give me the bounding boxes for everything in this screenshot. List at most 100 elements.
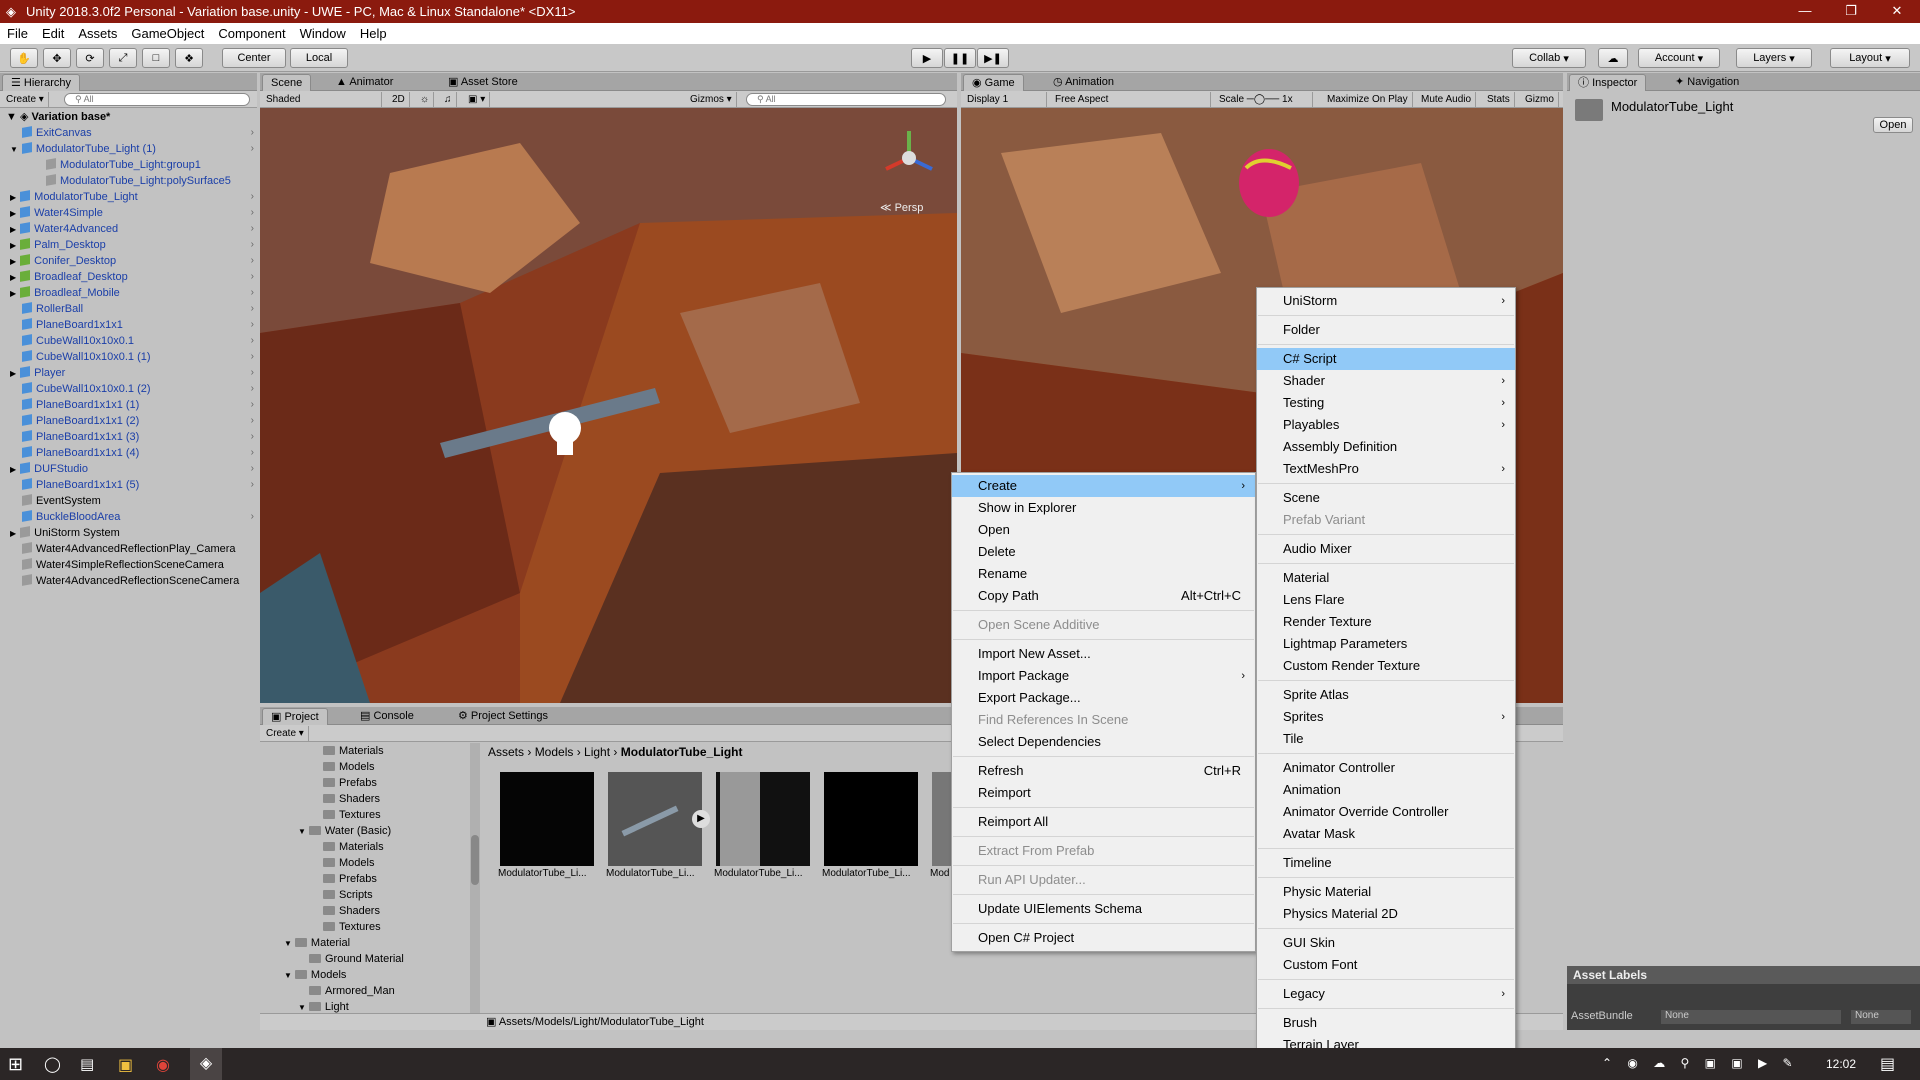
prefab-open-arrow-icon[interactable]: › <box>251 285 254 301</box>
menu-item-rename[interactable]: Rename <box>952 563 1255 585</box>
menu-item-playables[interactable]: Playables › <box>1257 414 1515 436</box>
hierarchy-create-button[interactable]: Create ▾ <box>2 92 49 107</box>
project-create-button[interactable]: Create ▾ <box>262 726 309 741</box>
pivot-center-button[interactable]: Center <box>222 48 286 68</box>
expand-arrow-icon[interactable]: ▼ <box>284 971 292 980</box>
collab-button[interactable]: Collab ▾ <box>1512 48 1586 68</box>
hierarchy-item[interactable]: PlaneBoard1x1x1 (1) › <box>0 397 257 413</box>
menu-item-custom-font[interactable]: Custom Font <box>1257 954 1515 976</box>
tab-hierarchy[interactable]: ☰ Hierarchy <box>2 74 80 91</box>
prefab-open-arrow-icon[interactable]: › <box>251 317 254 333</box>
hierarchy-item[interactable]: ▶ UniStorm System <box>0 525 257 541</box>
menu-help[interactable]: Help <box>353 26 394 41</box>
asset-thumb-5[interactable] <box>932 772 952 866</box>
project-folder-item[interactable]: ▼ Models <box>284 967 346 983</box>
menu-item-testing[interactable]: Testing › <box>1257 392 1515 414</box>
menu-window[interactable]: Window <box>293 26 353 41</box>
prefab-open-arrow-icon[interactable]: › <box>251 461 254 477</box>
prefab-open-arrow-icon[interactable]: › <box>251 509 254 525</box>
hierarchy-item[interactable]: PlaneBoard1x1x1 (2) › <box>0 413 257 429</box>
hierarchy-item[interactable]: CubeWall10x10x0.1 (2) › <box>0 381 257 397</box>
menu-item-copy-path[interactable]: Copy Path Alt+Ctrl+C <box>952 585 1255 607</box>
hierarchy-item[interactable]: PlaneBoard1x1x1 (4) › <box>0 445 257 461</box>
project-folder-item[interactable]: Armored_Man <box>298 983 395 999</box>
windows-start-icon[interactable]: ⊞ <box>8 1054 23 1075</box>
pivot-local-button[interactable]: Local <box>290 48 348 68</box>
rect-tool-icon[interactable]: □ <box>142 48 170 68</box>
menu-item-material[interactable]: Material <box>1257 567 1515 589</box>
prefab-open-arrow-icon[interactable]: › <box>251 397 254 413</box>
prefab-open-arrow-icon[interactable]: › <box>251 333 254 349</box>
hierarchy-item[interactable]: PlaneBoard1x1x1 (5) › <box>0 477 257 493</box>
project-folder-item[interactable]: Prefabs <box>312 775 377 791</box>
gizmos-dropdown[interactable]: Gizmos ▾ <box>686 92 737 107</box>
project-folder-item[interactable]: Materials <box>312 743 384 759</box>
hierarchy-item[interactable]: ▶ Broadleaf_Mobile › <box>0 285 257 301</box>
stats-toggle[interactable]: Stats <box>1483 92 1515 107</box>
aspect-dropdown[interactable]: Free Aspect <box>1051 92 1211 107</box>
asset-thumb-4[interactable] <box>824 772 918 866</box>
menu-item-export-package[interactable]: Export Package... <box>952 687 1255 709</box>
breadcrumb-light[interactable]: Light <box>584 745 610 759</box>
prefab-open-arrow-icon[interactable]: › <box>251 221 254 237</box>
prefab-open-arrow-icon[interactable]: › <box>251 413 254 429</box>
projection-label[interactable]: ≪ Persp <box>880 201 923 214</box>
menu-item-open-c-project[interactable]: Open C# Project <box>952 927 1255 949</box>
prefab-open-arrow-icon[interactable]: › <box>251 141 254 157</box>
cortana-icon[interactable]: ◯ <box>44 1055 61 1073</box>
transform-tool-icon[interactable]: ❖ <box>175 48 203 68</box>
project-folder-item[interactable]: Textures <box>312 919 381 935</box>
menu-item-scene[interactable]: Scene <box>1257 487 1515 509</box>
menu-file[interactable]: File <box>0 26 35 41</box>
prefab-open-arrow-icon[interactable]: › <box>251 125 254 141</box>
breadcrumb-current[interactable]: ModulatorTube_Light <box>621 745 743 759</box>
hierarchy-item[interactable]: ▼ ModulatorTube_Light (1) › <box>0 141 257 157</box>
scale-slider[interactable]: Scale ─◯── 1x <box>1215 92 1313 107</box>
hierarchy-item[interactable]: Water4SimpleReflectionSceneCamera <box>0 557 257 573</box>
menu-item-shader[interactable]: Shader › <box>1257 370 1515 392</box>
hierarchy-item[interactable]: PlaneBoard1x1x1 › <box>0 317 257 333</box>
prefab-open-arrow-icon[interactable]: › <box>251 365 254 381</box>
project-folder-item[interactable]: Prefabs <box>312 871 377 887</box>
project-folder-item[interactable]: Ground Material <box>298 951 404 967</box>
hierarchy-search-input[interactable]: ⚲ All <box>64 93 250 106</box>
expand-arrow-icon[interactable]: ▶ <box>10 529 16 538</box>
chrome-icon[interactable]: ◉ <box>156 1055 170 1075</box>
prefab-open-arrow-icon[interactable]: › <box>251 189 254 205</box>
variant-dropdown[interactable]: None <box>1851 1010 1911 1024</box>
menu-item-lightmap-parameters[interactable]: Lightmap Parameters <box>1257 633 1515 655</box>
file-explorer-icon[interactable]: ▣ <box>118 1055 133 1075</box>
menu-item-physic-material[interactable]: Physic Material <box>1257 881 1515 903</box>
breadcrumb-assets[interactable]: Assets <box>488 745 524 759</box>
inspector-open-button[interactable]: Open <box>1873 117 1913 133</box>
effects-toggle-icon[interactable]: ▣ ▾ <box>464 92 491 107</box>
menu-item-physics-material-2d[interactable]: Physics Material 2D <box>1257 903 1515 925</box>
audio-toggle-icon[interactable]: ♫ <box>440 92 457 107</box>
prefab-open-arrow-icon[interactable]: › <box>251 301 254 317</box>
hierarchy-item[interactable]: ModulatorTube_Light:polySurface5 <box>0 173 257 189</box>
menu-item-show-in-explorer[interactable]: Show in Explorer <box>952 497 1255 519</box>
prefab-open-arrow-icon[interactable]: › <box>251 429 254 445</box>
orientation-gizmo[interactable] <box>874 123 944 193</box>
step-button[interactable]: ▶❚ <box>977 48 1009 68</box>
menu-item-animator-override-controller[interactable]: Animator Override Controller <box>1257 801 1515 823</box>
expand-arrow-icon[interactable]: ▶ <box>10 193 16 202</box>
menu-item-avatar-mask[interactable]: Avatar Mask <box>1257 823 1515 845</box>
rotate-tool-icon[interactable]: ⟳ <box>76 48 104 68</box>
tab-navigation[interactable]: ✦ Navigation <box>1667 74 1747 91</box>
prefab-open-arrow-icon[interactable]: › <box>251 477 254 493</box>
tab-project-settings[interactable]: ⚙ Project Settings <box>450 708 556 725</box>
prefab-open-arrow-icon[interactable]: › <box>251 445 254 461</box>
project-tree-scrollbar[interactable] <box>470 743 480 1030</box>
asset-thumb-2[interactable]: ▶ <box>608 772 710 866</box>
shading-mode-dropdown[interactable]: Shaded <box>262 92 382 107</box>
expand-arrow-icon[interactable]: ▶ <box>10 273 16 282</box>
menu-component[interactable]: Component <box>211 26 292 41</box>
hierarchy-item[interactable]: BuckleBloodArea › <box>0 509 257 525</box>
expand-arrow-icon[interactable]: ▼ <box>284 939 292 948</box>
menu-item-import-new-asset[interactable]: Import New Asset... <box>952 643 1255 665</box>
menu-item-timeline[interactable]: Timeline <box>1257 852 1515 874</box>
menu-item-audio-mixer[interactable]: Audio Mixer <box>1257 538 1515 560</box>
hand-tool-icon[interactable]: ✋ <box>10 48 38 68</box>
menu-item-reimport[interactable]: Reimport <box>952 782 1255 804</box>
